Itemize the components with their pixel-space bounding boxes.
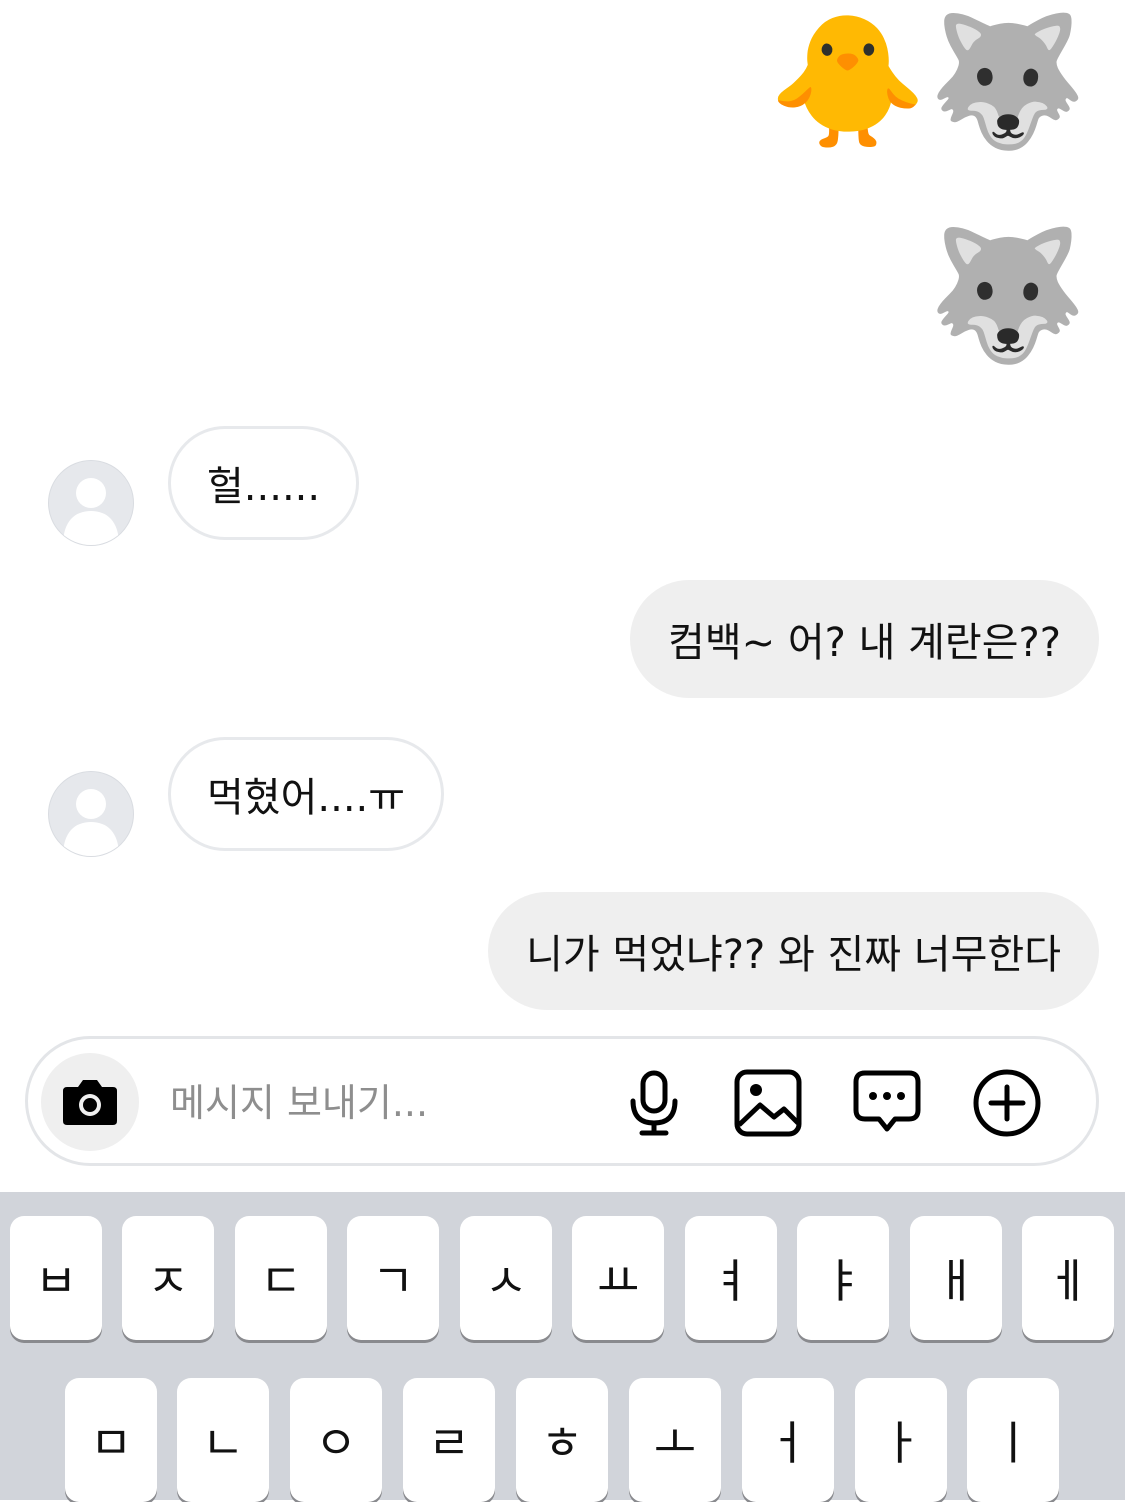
sticker-emoji: 🐺	[927, 221, 1087, 370]
avatar[interactable]	[48, 771, 134, 857]
key-a[interactable]: ㅏ	[855, 1378, 947, 1502]
key-eo[interactable]: ㅓ	[742, 1378, 834, 1502]
sticker-message-wolf[interactable]: 🐺	[928, 232, 1087, 360]
incoming-bubble[interactable]: 헐......	[168, 426, 360, 540]
key-yeo[interactable]: ㅕ	[685, 1216, 777, 1340]
gallery-icon[interactable]	[732, 1067, 804, 1139]
message-input[interactable]	[168, 1067, 612, 1139]
default-avatar-icon	[63, 789, 119, 856]
outgoing-bubble[interactable]: 니가 먹었냐?? 와 진짜 너무한다	[488, 892, 1099, 1010]
incoming-bubble[interactable]: 먹혔어....ㅠ	[168, 737, 445, 851]
sticker-emoji: 🐥🐺	[768, 7, 1087, 156]
key-hieut[interactable]: ㅎ	[516, 1378, 608, 1502]
key-ya[interactable]: ㅑ	[797, 1216, 889, 1340]
korean-keyboard: ㅂ ㅈ ㄷ ㄱ ㅅ ㅛ ㅕ ㅑ ㅐ ㅔ ㅁ ㄴ ㅇ ㄹ ㅎ ㅗ ㅓ ㅏ ㅣ	[0, 1192, 1125, 1502]
camera-icon	[63, 1080, 117, 1125]
key-e[interactable]: ㅔ	[1022, 1216, 1114, 1340]
sticker-message-chick-wolf[interactable]: 🐥🐺	[768, 18, 1087, 146]
key-jieut[interactable]: ㅈ	[122, 1216, 214, 1340]
sticker-chat-icon[interactable]	[851, 1067, 923, 1139]
message-composer	[25, 1036, 1099, 1166]
avatar[interactable]	[48, 460, 134, 546]
camera-button[interactable]	[41, 1053, 139, 1151]
microphone-icon[interactable]	[618, 1067, 690, 1139]
key-mieum[interactable]: ㅁ	[65, 1378, 157, 1502]
key-siot[interactable]: ㅅ	[460, 1216, 552, 1340]
key-rieul[interactable]: ㄹ	[403, 1378, 495, 1502]
incoming-message: 헐......	[48, 426, 748, 546]
key-yo[interactable]: ㅛ	[572, 1216, 664, 1340]
key-i[interactable]: ㅣ	[967, 1378, 1059, 1502]
outgoing-bubble[interactable]: 컴백~ 어? 내 계란은??	[630, 580, 1099, 698]
plus-icon[interactable]	[971, 1067, 1043, 1139]
key-giyeok[interactable]: ㄱ	[347, 1216, 439, 1340]
key-ieung[interactable]: ㅇ	[290, 1378, 382, 1502]
key-bieup[interactable]: ㅂ	[10, 1216, 102, 1340]
key-digeut[interactable]: ㄷ	[235, 1216, 327, 1340]
key-nieun[interactable]: ㄴ	[177, 1378, 269, 1502]
key-ae[interactable]: ㅐ	[910, 1216, 1002, 1340]
key-o[interactable]: ㅗ	[629, 1378, 721, 1502]
incoming-message: 먹혔어....ㅠ	[48, 737, 748, 857]
default-avatar-icon	[63, 478, 119, 545]
